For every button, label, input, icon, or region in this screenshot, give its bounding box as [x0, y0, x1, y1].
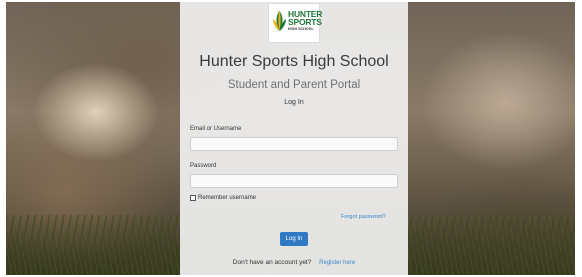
login-heading: Log In	[284, 99, 304, 106]
forgot-password-link[interactable]: Forgot password?	[341, 214, 386, 220]
remember-username-label: Remember username	[198, 195, 257, 201]
school-name-title: Hunter Sports High School	[199, 53, 389, 70]
password-label: Password	[190, 163, 217, 169]
logo-wordmark: HUNTER SPORTS HIGH SCHOOL	[288, 10, 322, 32]
register-prompt-row: Don't have an account yet? Register here	[180, 259, 408, 266]
school-logo: HUNTER SPORTS HIGH SCHOOL	[268, 3, 322, 43]
remember-username-row[interactable]: Remember username	[190, 195, 256, 201]
username-input[interactable]	[190, 137, 398, 151]
portal-subtitle: Student and Parent Portal	[227, 79, 361, 91]
hunter-sports-logo-icon	[273, 11, 286, 31]
register-link[interactable]: Register here	[319, 260, 355, 266]
login-button[interactable]: Log In	[280, 232, 308, 246]
remember-username-checkbox[interactable]	[190, 195, 196, 201]
password-input[interactable]	[190, 174, 398, 188]
register-prompt-text: Don't have an account yet?	[232, 259, 312, 266]
logo-line-2: SPORTS	[288, 17, 322, 27]
username-label: Email or Username	[190, 126, 242, 132]
